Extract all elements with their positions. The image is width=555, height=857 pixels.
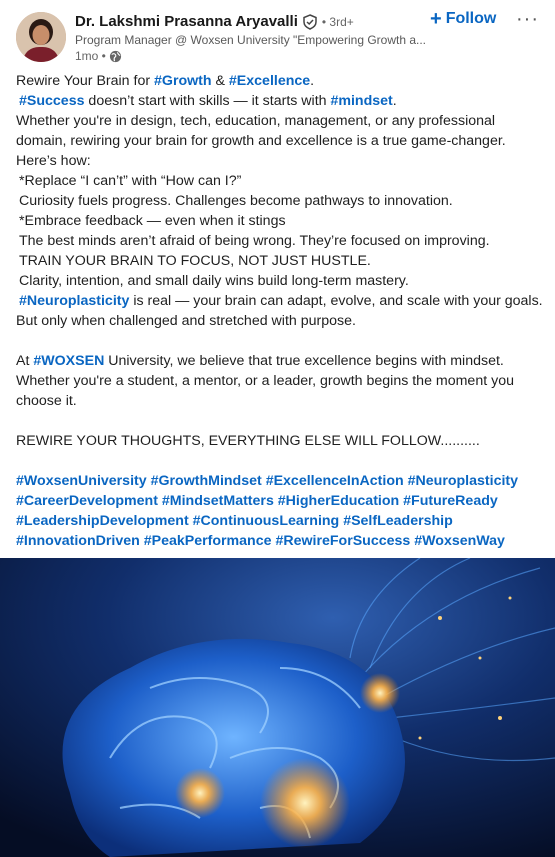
text-segment: Rewire Your Brain for	[16, 73, 155, 89]
hashtag-link[interactable]: #FutureReady	[403, 493, 498, 509]
post-line: #Neuroplasticity is real — your brain ca…	[16, 291, 546, 311]
hashtag-link[interactable]: #GrowthMindset	[151, 473, 262, 489]
plus-icon: +	[430, 8, 442, 30]
hashtag-link[interactable]: #WOXSEN	[33, 353, 104, 369]
hashtag-link[interactable]: #ContinuousLearning	[193, 513, 340, 529]
hashtag-row: #WoxsenUniversity #GrowthMindset #Excell…	[16, 471, 546, 491]
post-header: Dr. Lakshmi Prasanna Aryavalli • 3rd+ Pr…	[0, 0, 555, 68]
hashtag-link[interactable]: #SelfLeadership	[343, 513, 453, 529]
hashtag-link[interactable]: #WoxsenUniversity	[16, 473, 147, 489]
hashtag-link[interactable]: #Growth	[154, 73, 212, 89]
globe-icon	[109, 50, 122, 63]
hashtag-row: #InnovationDriven #PeakPerformance #Rewi…	[16, 531, 546, 551]
hashtag-link[interactable]: #MindsetMatters	[162, 493, 274, 509]
post-line: Here’s how:	[16, 153, 91, 169]
author-line: Dr. Lakshmi Prasanna Aryavalli • 3rd+	[75, 13, 354, 30]
post-line: Rewire Your Brain for #Growth & #Excelle…	[16, 71, 546, 91]
follow-label: Follow	[445, 10, 497, 27]
post-line: choose it.	[16, 393, 77, 409]
hashtag-link[interactable]: #RewireForSuccess	[275, 533, 410, 549]
post-line: The best minds aren’t afraid of being wr…	[19, 233, 490, 249]
post-line: *Embrace feedback — even when it stings	[19, 213, 286, 229]
post-line: At #WOXSEN University, we believe that t…	[16, 351, 546, 371]
post-line: Whether you're a student, a mentor, or a…	[16, 373, 514, 389]
hashtag-link[interactable]: #Success	[19, 93, 84, 109]
brain-illustration	[0, 557, 555, 857]
hashtag-row: #CareerDevelopment #MindsetMatters #High…	[16, 491, 546, 511]
post-body: Rewire Your Brain for #Growth & #Excelle…	[16, 71, 546, 551]
text-segment: .	[392, 93, 397, 109]
post-line: Curiosity fuels progress. Challenges bec…	[19, 193, 453, 209]
post-line: Clarity, intention, and small daily wins…	[19, 273, 409, 289]
text-segment: is real — your brain can adapt, evolve, …	[129, 293, 543, 309]
post-line: REWIRE YOUR THOUGHTS, EVERYTHING ELSE WI…	[16, 433, 480, 449]
hashtag-link[interactable]: #InnovationDriven	[16, 533, 140, 549]
hashtag-link[interactable]: #LeadershipDevelopment	[16, 513, 189, 529]
post-line: domain, rewiring your brain for growth a…	[16, 133, 506, 149]
more-dots-icon[interactable]: ···	[516, 8, 539, 31]
author-headline: Program Manager @ Woxsen University "Emp…	[75, 33, 427, 47]
hashtag-block: #WoxsenUniversity #GrowthMindset #Excell…	[16, 471, 546, 551]
hashtag-link[interactable]: #WoxsenWay	[414, 533, 505, 549]
hashtag-link[interactable]: #PeakPerformance	[144, 533, 272, 549]
text-segment: University, we believe that true excelle…	[104, 353, 504, 369]
post-line: TRAIN YOUR BRAIN TO FOCUS, NOT JUST HUST…	[19, 253, 371, 269]
text-segment: .	[310, 73, 315, 89]
connection-degree: • 3rd+	[321, 14, 354, 29]
post-image[interactable]	[0, 557, 555, 857]
hashtag-link[interactable]: #Neuroplasticity	[408, 473, 518, 489]
follow-button[interactable]: + Follow	[430, 8, 497, 30]
post-line: Whether you're in design, tech, educatio…	[16, 113, 496, 129]
text-segment: &	[211, 73, 229, 89]
linkedin-post: Dr. Lakshmi Prasanna Aryavalli • 3rd+ Pr…	[0, 0, 555, 857]
verified-shield-icon	[302, 13, 318, 30]
hashtag-link[interactable]: #mindset	[330, 93, 392, 109]
post-meta: 1mo •	[75, 49, 122, 63]
hashtag-link[interactable]: #ExcellenceInAction	[266, 473, 404, 489]
author-name[interactable]: Dr. Lakshmi Prasanna Aryavalli	[75, 13, 298, 30]
post-line: #Success doesn’t start with skills — it …	[16, 91, 546, 111]
post-line: But only when challenged and stretched w…	[16, 313, 356, 329]
text-segment: At	[16, 353, 34, 369]
author-avatar[interactable]	[16, 12, 66, 62]
text-segment: doesn’t start with skills — it starts wi…	[84, 93, 331, 109]
hashtag-row: #LeadershipDevelopment #ContinuousLearni…	[16, 511, 546, 531]
hashtag-link[interactable]: #Excellence	[229, 73, 310, 89]
post-time: 1mo •	[75, 49, 106, 63]
hashtag-link[interactable]: #HigherEducation	[278, 493, 399, 509]
hashtag-link[interactable]: #Neuroplasticity	[19, 293, 129, 309]
post-line: *Replace “I can’t” with “How can I?”	[19, 173, 242, 189]
hashtag-link[interactable]: #CareerDevelopment	[16, 493, 158, 509]
